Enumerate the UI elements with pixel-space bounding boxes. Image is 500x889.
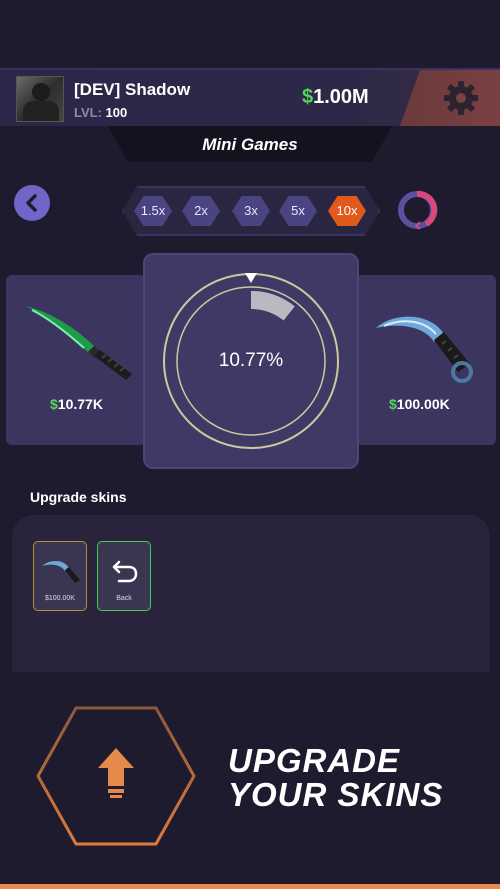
- balance-value: 1.00M: [313, 86, 369, 108]
- chevron-left-icon: [26, 194, 37, 212]
- gear-icon[interactable]: [441, 78, 481, 118]
- target-price-value: 100.00K: [396, 396, 450, 412]
- cta-line-2: YOUR SKINS: [228, 776, 444, 813]
- inventory-skin-item[interactable]: $100.00K: [33, 541, 87, 611]
- balance-currency: $: [302, 86, 314, 108]
- player-level: LVL: 100: [74, 105, 127, 120]
- source-skin-price: $10.77K: [50, 396, 103, 412]
- source-price-value: 10.77K: [57, 396, 103, 412]
- return-arrow-icon: [112, 560, 138, 583]
- avatar-head: [32, 83, 50, 101]
- cta-line-1: UPGRADE: [228, 742, 401, 779]
- level-value: 100: [105, 105, 128, 120]
- balance: $1.00M: [302, 86, 369, 109]
- karambit-knife-icon: [42, 560, 80, 583]
- username: [DEV] Shadow: [74, 80, 191, 99]
- back-button[interactable]: [14, 185, 50, 221]
- target-skin-price: $100.00K: [389, 396, 450, 412]
- pointer-icon: [245, 273, 257, 283]
- inventory-back-button[interactable]: Back: [97, 541, 151, 611]
- bottom-accent-line: [0, 884, 500, 889]
- auto-spin-icon[interactable]: [396, 189, 438, 231]
- upgrade-button[interactable]: [36, 706, 196, 846]
- karambit-knife-icon: [376, 316, 473, 383]
- upgrade-chance: 10.77%: [218, 350, 284, 371]
- level-label: LVL:: [74, 105, 102, 120]
- back-label: Back: [116, 595, 132, 602]
- avatar-body: [23, 101, 59, 121]
- target-currency: $: [389, 396, 397, 412]
- avatar[interactable]: [16, 76, 64, 122]
- source-currency: $: [50, 396, 58, 412]
- page-title: Mini Games: [202, 135, 298, 154]
- chance-segment: [251, 291, 295, 321]
- upgrade-cta-text: UPGRADE YOUR SKINS: [228, 744, 443, 812]
- bayonet-knife-icon: [26, 306, 132, 380]
- inventory-skin-price: $100.00K: [45, 595, 75, 602]
- inventory-title: Upgrade skins: [30, 489, 127, 505]
